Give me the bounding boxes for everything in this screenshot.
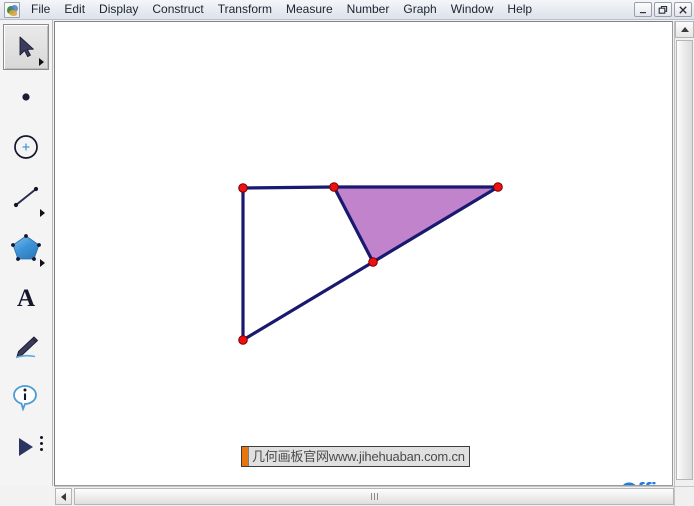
straightedge-tool-flyout-icon[interactable]	[40, 209, 45, 217]
arrow-tool-flyout-icon[interactable]	[39, 58, 44, 66]
scroll-left-button[interactable]	[55, 488, 72, 505]
menu-item-file[interactable]: File	[24, 0, 57, 19]
straightedge-tool[interactable]	[3, 174, 49, 220]
point-icon	[22, 93, 30, 101]
information-tool[interactable]	[3, 374, 49, 420]
play-triangle-icon	[19, 438, 33, 456]
pen-marker-icon	[15, 336, 38, 359]
sketch-canvas-frame: 几何画板官网www.jihehuaban.com.cn Office教程网 ww…	[54, 21, 673, 486]
sketchpad-window: File Edit Display Construct Transform Me…	[0, 0, 694, 506]
polygon-tool-flyout-icon[interactable]	[40, 259, 45, 267]
svg-text:A: A	[17, 285, 35, 311]
menu-item-help[interactable]: Help	[500, 0, 539, 19]
menu-item-measure[interactable]: Measure	[279, 0, 340, 19]
text-tool[interactable]: A	[3, 274, 49, 320]
vertex-interior[interactable]	[368, 257, 378, 267]
restore-icon	[658, 5, 668, 14]
triangle-left-icon	[61, 492, 66, 501]
segment-top-left-to-top-middle[interactable]	[241, 185, 336, 190]
vertical-scrollbar[interactable]	[674, 21, 694, 486]
custom-tools[interactable]	[3, 424, 49, 470]
close-button[interactable]	[674, 2, 692, 17]
geometry-figure	[238, 182, 503, 345]
arrow-select-tool[interactable]	[3, 24, 49, 70]
marker-tool[interactable]	[3, 324, 49, 370]
menu-item-graph[interactable]: Graph	[396, 0, 443, 19]
pentagon-icon	[11, 234, 41, 261]
compass-circle-tool[interactable]	[3, 124, 49, 170]
text-object-label: 几何画板官网www.jihehuaban.com.cn	[252, 449, 465, 464]
text-object[interactable]: 几何画板官网www.jihehuaban.com.cn	[241, 446, 470, 467]
minimize-button[interactable]	[634, 2, 652, 17]
horizontal-scrollbar-thumb[interactable]	[74, 488, 674, 505]
triangle-up-icon	[680, 27, 689, 32]
point-tool[interactable]	[3, 74, 49, 120]
line-segment-icon	[13, 186, 39, 208]
menu-item-display[interactable]: Display	[92, 0, 145, 19]
menu-item-transform[interactable]: Transform	[211, 0, 279, 19]
custom-tools-dots-icon[interactable]	[40, 436, 43, 451]
letter-a-icon: A	[17, 285, 35, 311]
scroll-up-button[interactable]	[675, 21, 694, 38]
sketch-canvas[interactable]: 几何画板官网www.jihehuaban.com.cn Office教程网 ww…	[55, 22, 672, 485]
menu-item-number[interactable]: Number	[340, 0, 397, 19]
vertex-top-right[interactable]	[493, 182, 503, 192]
sketchpad-app-icon[interactable]	[4, 1, 20, 18]
close-icon	[679, 5, 687, 14]
vertical-scrollbar-thumb[interactable]	[676, 40, 693, 480]
circle-icon	[14, 135, 38, 159]
vertex-top-middle[interactable]	[329, 182, 339, 192]
polygon-tool[interactable]	[3, 224, 49, 270]
text-object-handle[interactable]	[242, 447, 249, 466]
shaded-triangle[interactable]	[334, 187, 498, 262]
menu-bar: File Edit Display Construct Transform Me…	[0, 0, 694, 20]
vertex-top-left[interactable]	[238, 183, 248, 193]
menu-item-construct[interactable]: Construct	[145, 0, 210, 19]
restore-button[interactable]	[654, 2, 672, 17]
menu-item-window[interactable]: Window	[444, 0, 501, 19]
menu-item-edit[interactable]: Edit	[57, 0, 92, 19]
window-controls	[634, 2, 692, 17]
scrollbar-grip-icon	[370, 493, 378, 500]
vertex-bottom-left[interactable]	[238, 335, 248, 345]
scrollbar-corner	[674, 486, 694, 506]
horizontal-scrollbar[interactable]	[54, 486, 694, 506]
toolbox: A	[0, 20, 53, 486]
minimize-icon	[640, 11, 646, 13]
info-bubble-icon	[13, 385, 37, 411]
arrow-cursor-icon	[19, 36, 34, 58]
